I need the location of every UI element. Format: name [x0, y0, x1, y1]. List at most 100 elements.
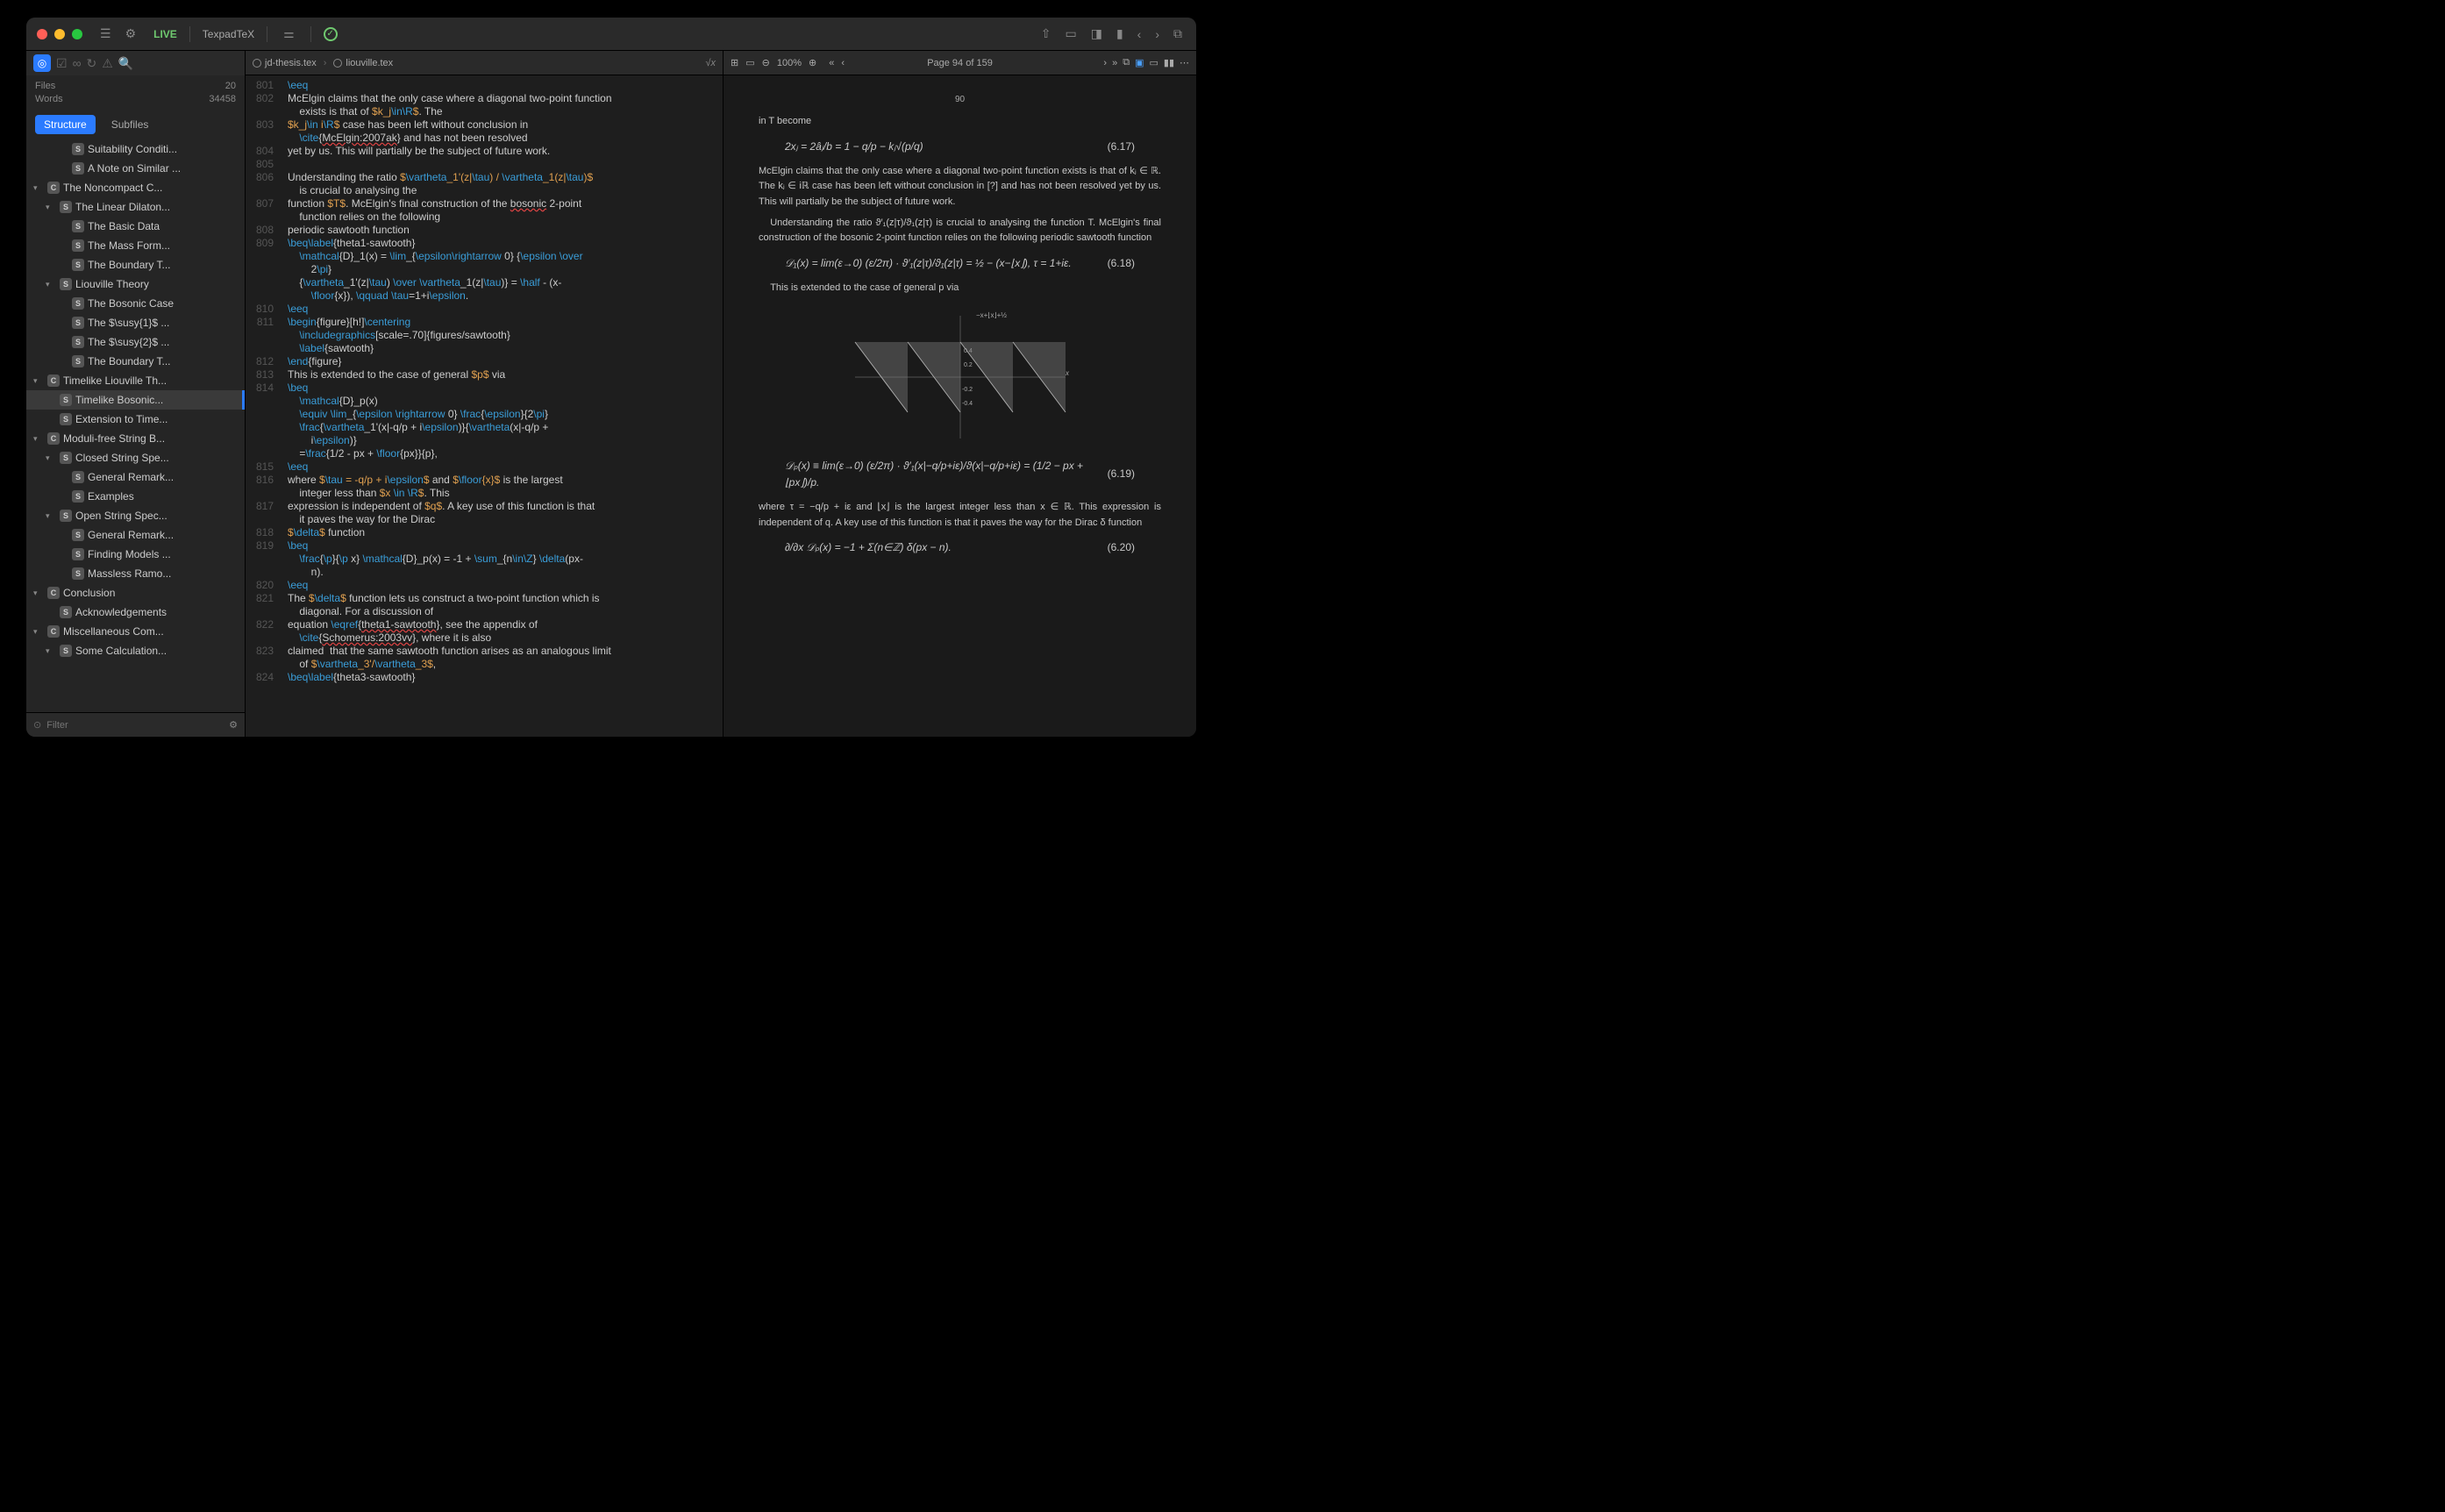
tab-subfiles[interactable]: Subfiles: [103, 115, 158, 134]
tree-label: Liouville Theory: [75, 278, 149, 290]
nav-forward-icon[interactable]: ›: [1151, 24, 1163, 45]
section-badge: S: [72, 529, 84, 541]
titlebar: ☰ ⚙ LIVE TexpadTeX ⚌ ✓ ⇧ ▭ ◨ ▮ ‹ › ⧉: [26, 18, 1196, 51]
section-badge: S: [72, 567, 84, 580]
section-badge: S: [60, 606, 72, 618]
editor-body[interactable]: 8018028038048058068078088098108118128138…: [246, 75, 723, 737]
gear-icon[interactable]: ⚙: [229, 719, 238, 731]
equation-6.19: 𝒟ₚ(x) ≡ lim(ε→0) (ε/2π) · ϑ′₁(x|−q/p+iε)…: [785, 458, 1135, 491]
tree-item[interactable]: ▾SOpen String Spec...: [26, 506, 245, 525]
next-page-icon[interactable]: »: [1112, 58, 1117, 68]
link-icon[interactable]: ∞: [73, 56, 82, 70]
build-ok-icon[interactable]: ✓: [324, 27, 338, 41]
pause-icon[interactable]: ▮▮: [1164, 57, 1174, 68]
tree-item[interactable]: SGeneral Remark...: [26, 467, 245, 487]
svg-text:−x+⌊x⌋+½: −x+⌊x⌋+½: [976, 311, 1007, 319]
tree-item[interactable]: ▾SClosed String Spe...: [26, 448, 245, 467]
tree-item[interactable]: SA Note on Similar ...: [26, 159, 245, 178]
tree-label: Moduli-free String B...: [63, 432, 165, 445]
tree-item[interactable]: SThe $\susy{2}$ ...: [26, 332, 245, 352]
minimize-light[interactable]: [54, 29, 65, 39]
tree-item[interactable]: SExtension to Time...: [26, 410, 245, 429]
section-badge: C: [47, 625, 60, 638]
tree-item[interactable]: SThe Bosonic Case: [26, 294, 245, 313]
next-icon[interactable]: ›: [1103, 58, 1107, 68]
loop-icon[interactable]: ↻: [87, 56, 97, 71]
tree-item[interactable]: SSuitability Conditi...: [26, 139, 245, 159]
tree-item[interactable]: SGeneral Remark...: [26, 525, 245, 545]
new-window-icon[interactable]: ⧉: [1170, 23, 1186, 45]
grid-icon[interactable]: ⊞: [731, 57, 738, 68]
separator: [310, 26, 311, 42]
layout-single-icon[interactable]: ▭: [1061, 23, 1080, 45]
nav-back-icon[interactable]: ‹: [1134, 24, 1145, 45]
caret-icon: ▾: [46, 280, 56, 289]
tab-root[interactable]: jd-thesis.tex: [253, 58, 317, 68]
tree-label: The $\susy{2}$ ...: [88, 336, 169, 348]
zoom-in-icon[interactable]: ⊕: [809, 57, 816, 68]
preview-body[interactable]: 90 in T become 2xⱼ = 2âⱼ/b = 1 − q/p − k…: [724, 75, 1196, 737]
sidebar-toolbar: ◎ ☑ ∞ ↻ ⚠ 🔍: [26, 51, 245, 75]
search-icon[interactable]: 🔍: [118, 56, 133, 71]
tree-item[interactable]: ▾CTimelike Liouville Th...: [26, 371, 245, 390]
sync-icon[interactable]: ▣: [1135, 57, 1144, 68]
sidebar-toggle-icon[interactable]: ☰: [96, 23, 115, 45]
gear-icon[interactable]: ⚙: [122, 23, 140, 45]
tree-item[interactable]: SAcknowledgements: [26, 603, 245, 622]
zoom-out-icon[interactable]: ⊖: [762, 57, 770, 68]
outline-mode-icon[interactable]: ◎: [33, 54, 51, 72]
tree-item[interactable]: SThe $\susy{1}$ ...: [26, 313, 245, 332]
section-badge: S: [60, 413, 72, 425]
share-icon[interactable]: ⇧: [1037, 23, 1055, 45]
tree-item[interactable]: SThe Mass Form...: [26, 236, 245, 255]
equation-6.18: 𝒟₁(x) = lim(ε→0) (ε/2π) · ϑ′₁(z|τ)/ϑ₁(z|…: [785, 255, 1135, 272]
warning-icon[interactable]: ⚠: [102, 56, 113, 71]
svg-text:-0.2: -0.2: [962, 387, 973, 393]
tree-item[interactable]: SExamples: [26, 487, 245, 506]
tree-item[interactable]: ▾CMiscellaneous Com...: [26, 622, 245, 641]
tree-label: Some Calculation...: [75, 645, 167, 657]
live-indicator: LIVE: [153, 28, 177, 40]
tree-item[interactable]: ▾SSome Calculation...: [26, 641, 245, 660]
tree-item[interactable]: ▾CConclusion: [26, 583, 245, 603]
page-icon[interactable]: ▭: [745, 57, 754, 68]
layout-split-icon[interactable]: ◨: [1087, 23, 1106, 45]
engine-label[interactable]: TexpadTeX: [203, 28, 254, 40]
line-gutter: 8018028038048058068078088098108118128138…: [246, 75, 281, 737]
main-area: ◎ ☑ ∞ ↻ ⚠ 🔍 Files20 Words34458 Structure…: [26, 51, 1196, 737]
prev-icon[interactable]: ‹: [841, 58, 845, 68]
check-icon[interactable]: ☑: [56, 56, 68, 71]
tree-item[interactable]: SMassless Ramo...: [26, 564, 245, 583]
section-badge: C: [47, 374, 60, 387]
tree-item[interactable]: ▾SThe Linear Dilaton...: [26, 197, 245, 217]
tree-item[interactable]: ▾SLiouville Theory: [26, 275, 245, 294]
tab-file[interactable]: liouville.tex: [333, 58, 393, 68]
tree-item[interactable]: SThe Basic Data: [26, 217, 245, 236]
sawtooth-plot: x −x+⌊x⌋+½ 0.4 0.2 -0.2 -0.4: [846, 307, 1074, 447]
file-icon: [333, 59, 342, 68]
math-snippet-icon[interactable]: √x: [705, 58, 716, 68]
sliders-icon[interactable]: ⚌: [280, 23, 298, 45]
tab-structure[interactable]: Structure: [35, 115, 96, 134]
tree-item[interactable]: ▾CModuli-free String B...: [26, 429, 245, 448]
tree-label: Examples: [88, 490, 134, 503]
tree-item[interactable]: STimelike Bosonic...: [26, 390, 245, 410]
tree-item[interactable]: SFinding Models ...: [26, 545, 245, 564]
filter-input[interactable]: [46, 720, 224, 731]
tree-item[interactable]: ▾CThe Noncompact C...: [26, 178, 245, 197]
presentation-icon[interactable]: ▭: [1149, 57, 1158, 68]
tree-label: A Note on Similar ...: [88, 162, 181, 175]
close-light[interactable]: [37, 29, 47, 39]
section-badge: C: [47, 587, 60, 599]
export-icon[interactable]: ⧉: [1123, 57, 1130, 68]
more-icon[interactable]: ⋯: [1180, 57, 1189, 68]
zoom-light[interactable]: [72, 29, 82, 39]
tree-item[interactable]: SThe Boundary T...: [26, 255, 245, 275]
traffic-lights: [37, 29, 82, 39]
tree-item[interactable]: SThe Boundary T...: [26, 352, 245, 371]
code-text[interactable]: \eeqMcElgin claims that the only case wh…: [281, 75, 723, 737]
layout-preview-icon[interactable]: ▮: [1113, 23, 1127, 45]
prev-page-icon[interactable]: «: [829, 58, 834, 68]
caret-icon: ▾: [46, 453, 56, 463]
structure-tree[interactable]: SSuitability Conditi...SA Note on Simila…: [26, 139, 245, 712]
